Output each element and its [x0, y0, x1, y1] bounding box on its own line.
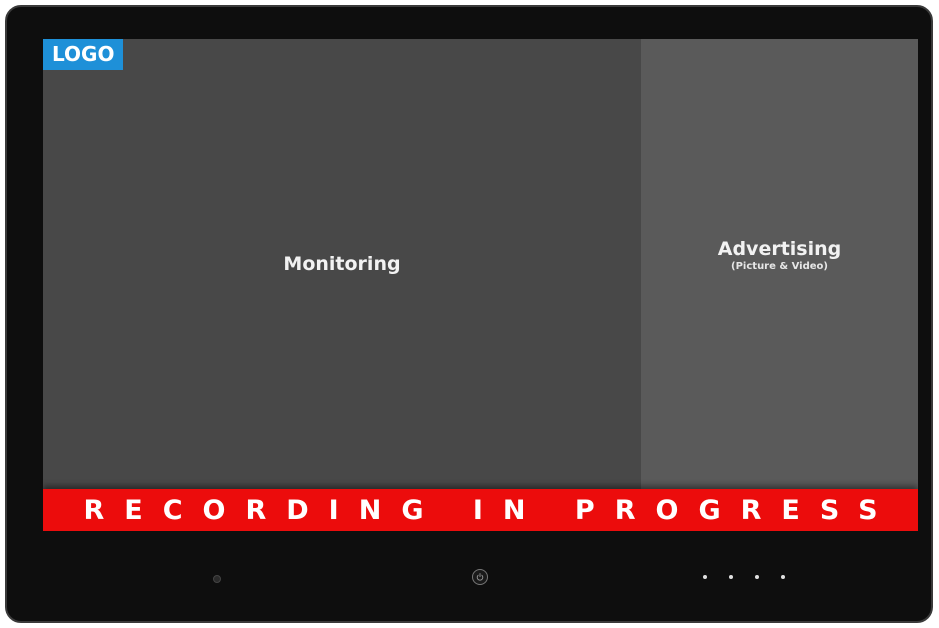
power-button[interactable]: [472, 569, 488, 585]
recording-banner-text: RECORDING IN PROGRESS: [83, 494, 898, 526]
monitoring-pane: Monitoring: [43, 39, 641, 489]
indicator-dot: [729, 575, 733, 579]
recording-banner: RECORDING IN PROGRESS: [43, 489, 918, 531]
advertising-title: Advertising: [717, 238, 842, 260]
advertising-pane: Advertising (Picture & Video): [641, 39, 918, 489]
monitoring-title: Monitoring: [283, 253, 401, 275]
bezel-controls: [7, 531, 931, 621]
indicator-dot: [781, 575, 785, 579]
indicator-dot: [755, 575, 759, 579]
indicator-dot: [703, 575, 707, 579]
display-screen: Monitoring Advertising (Picture & Video)…: [43, 39, 918, 531]
indicator-dots: [703, 575, 785, 579]
logo: LOGO: [43, 39, 124, 70]
advertising-subtitle: (Picture & Video): [731, 261, 828, 272]
display-device: Monitoring Advertising (Picture & Video)…: [5, 5, 933, 623]
power-icon: [476, 573, 484, 581]
camera-icon: [213, 575, 221, 583]
